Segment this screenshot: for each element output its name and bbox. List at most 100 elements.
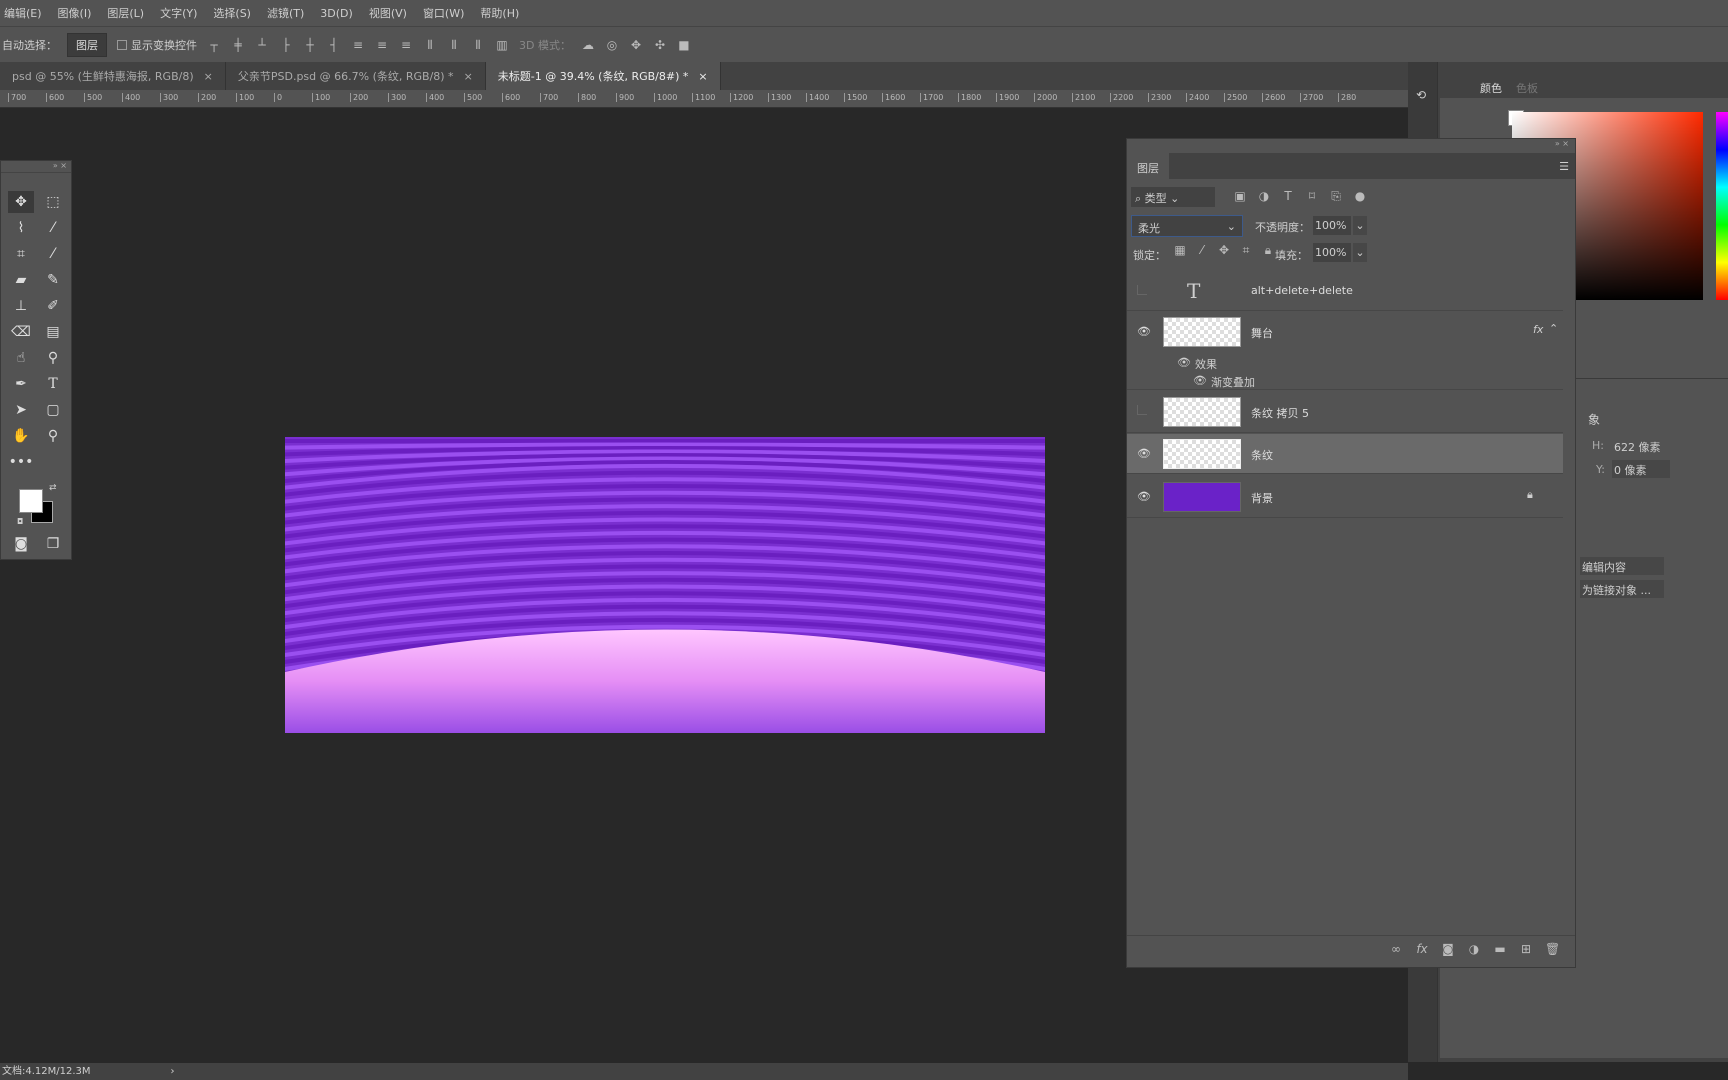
menu-item[interactable]: 图层(L) xyxy=(107,5,144,21)
effects-eye-icon[interactable]: 👁︎ xyxy=(1177,356,1191,369)
align-top-icon[interactable]: ┬ xyxy=(207,38,221,52)
foreground-color-swatch[interactable] xyxy=(19,489,43,513)
y-value[interactable]: 0 像素 xyxy=(1612,460,1670,478)
history-icon[interactable]: ⟲ xyxy=(1416,88,1426,102)
panel-menu-icon[interactable]: ☰ xyxy=(1559,160,1569,173)
delete-layer-icon[interactable]: 🗑︎ xyxy=(1545,942,1560,956)
link-layers-icon[interactable]: ∞ xyxy=(1389,942,1403,956)
align-bottom-icon[interactable]: ┴ xyxy=(255,38,269,52)
document-tab[interactable]: 未标题-1 @ 39.4% (条纹, RGB/8#) * × xyxy=(485,62,721,90)
align-hcenter-icon[interactable]: ┼ xyxy=(303,38,317,52)
show-transform-checkbox[interactable]: 显示变换控件 xyxy=(117,37,197,53)
adjustment-layer-icon[interactable]: ◑ xyxy=(1467,942,1481,956)
status-menu-arrow[interactable]: › xyxy=(171,1063,175,1080)
3d-slide-icon[interactable]: ✣ xyxy=(653,38,667,52)
gradient-overlay-label[interactable]: 渐变叠加 xyxy=(1211,374,1255,390)
lock-transparent-icon[interactable]: ▦ xyxy=(1173,243,1187,257)
eye-icon[interactable]: 👁︎ xyxy=(1137,448,1151,459)
more-tools-icon[interactable]: ••• xyxy=(8,451,34,473)
filter-type-dropdown[interactable]: ⌕ 类型 ⌄ xyxy=(1131,187,1215,207)
align-left-icon[interactable]: ├ xyxy=(279,38,293,52)
hand-tool-icon[interactable]: ✋ xyxy=(8,425,34,447)
new-group-icon[interactable]: ▬ xyxy=(1493,942,1507,956)
magic-wand-tool-icon[interactable]: ⁄ xyxy=(40,217,66,239)
3d-orbit-icon[interactable]: ☁ xyxy=(581,38,595,52)
stamp-tool-icon[interactable]: ⊥ xyxy=(8,295,34,317)
dodge-tool-icon[interactable]: ⚲ xyxy=(40,347,66,369)
smart-object-filter-icon[interactable]: ⎘ xyxy=(1329,189,1343,203)
menu-item[interactable]: 文字(Y) xyxy=(160,5,197,21)
document-tab[interactable]: 父亲节PSD.psd @ 66.7% (条纹, RGB/8) * × xyxy=(226,62,486,90)
menu-item[interactable]: 视图(V) xyxy=(369,5,407,21)
collapse-effects-icon[interactable]: ⌃ xyxy=(1549,322,1558,335)
visibility-toggle[interactable] xyxy=(1137,405,1147,415)
menu-item[interactable]: 选择(S) xyxy=(213,5,251,21)
type-tool-icon[interactable]: T xyxy=(40,373,66,395)
tab-swatches[interactable]: 色板 xyxy=(1516,80,1538,98)
fx-icon[interactable]: fx xyxy=(1533,323,1543,336)
align-right-icon[interactable]: ┤ xyxy=(327,38,341,52)
visibility-toggle[interactable] xyxy=(1137,285,1147,295)
close-icon[interactable]: × xyxy=(698,70,707,83)
path-selection-tool-icon[interactable]: ➤ xyxy=(8,399,34,421)
eye-icon[interactable]: 👁︎ xyxy=(1137,491,1151,502)
layer-row-text[interactable]: T alt+delete+delete xyxy=(1127,271,1563,311)
zoom-tool-icon[interactable]: ⚲ xyxy=(40,425,66,447)
distribute-top-icon[interactable]: ≡ xyxy=(351,38,365,52)
screen-mode-icon[interactable]: ❐ xyxy=(40,533,66,555)
edit-contents-button[interactable]: 编辑内容 xyxy=(1580,557,1664,575)
history-brush-tool-icon[interactable]: ✐ xyxy=(40,295,66,317)
close-icon[interactable]: × xyxy=(464,70,473,83)
hue-slider[interactable] xyxy=(1716,112,1728,300)
type-filter-icon[interactable]: T xyxy=(1281,189,1295,203)
quick-mask-icon[interactable]: ◙ xyxy=(8,533,34,555)
menu-item[interactable]: 帮助(H) xyxy=(480,5,519,21)
menu-item[interactable]: 3D(D) xyxy=(320,7,353,20)
marquee-tool-icon[interactable]: ⬚ xyxy=(40,191,66,213)
add-mask-icon[interactable]: ◙ xyxy=(1441,942,1455,956)
distribute-right-icon[interactable]: ⦀ xyxy=(471,38,485,52)
document-canvas[interactable] xyxy=(285,437,1045,733)
blend-mode-dropdown[interactable]: 柔光 ⌄ xyxy=(1131,215,1243,237)
layer-row-background[interactable]: 👁︎ 背景 🔒︎ xyxy=(1127,476,1563,518)
add-style-icon[interactable]: fx xyxy=(1415,942,1429,956)
3d-roll-icon[interactable]: ◎ xyxy=(605,38,619,52)
3d-pan-icon[interactable]: ✥ xyxy=(629,38,643,52)
lasso-tool-icon[interactable]: ⌇ xyxy=(8,217,34,239)
menu-item[interactable]: 滤镜(T) xyxy=(267,5,304,21)
lock-position-icon[interactable]: ✥ xyxy=(1217,243,1231,257)
tab-color[interactable]: 颜色 xyxy=(1480,80,1502,98)
eyedropper-tool-icon[interactable]: ⁄ xyxy=(40,243,66,265)
brush-tool-icon[interactable]: ✎ xyxy=(40,269,66,291)
menu-item[interactable]: 编辑(E) xyxy=(4,5,42,21)
healing-brush-tool-icon[interactable]: ▰ xyxy=(8,269,34,291)
shape-filter-icon[interactable]: ⌑ xyxy=(1305,189,1319,203)
distribute-bottom-icon[interactable]: ≡ xyxy=(399,38,413,52)
layer-row-stripes-copy5[interactable]: 条纹 拷贝 5 xyxy=(1127,391,1563,433)
fill-input[interactable]: 100% xyxy=(1313,243,1351,262)
new-layer-icon[interactable]: ⊞ xyxy=(1519,942,1533,956)
lock-pixels-icon[interactable]: ⁄ xyxy=(1195,243,1209,257)
fill-dropdown-icon[interactable]: ⌄ xyxy=(1353,243,1367,262)
pixel-filter-icon[interactable]: ▣ xyxy=(1233,189,1247,203)
filter-toggle-icon[interactable]: ● xyxy=(1353,189,1367,203)
distribute-vcenter-icon[interactable]: ≡ xyxy=(375,38,389,52)
tab-layers[interactable]: 图层 xyxy=(1127,153,1169,179)
lock-artboard-icon[interactable]: ⌗ xyxy=(1239,243,1253,257)
distribute-hcenter-icon[interactable]: ⦀ xyxy=(447,38,461,52)
menu-item[interactable]: 窗口(W) xyxy=(423,5,464,21)
lock-icon[interactable]: 🔒︎ xyxy=(1527,488,1533,502)
auto-select-dropdown[interactable]: 图层 xyxy=(67,32,107,57)
shape-tool-icon[interactable]: ▢ xyxy=(40,399,66,421)
opacity-dropdown-icon[interactable]: ⌄ xyxy=(1353,216,1367,235)
convert-to-linked-button[interactable]: 为链接对象 ... xyxy=(1580,580,1664,598)
lock-all-icon[interactable]: 🔒︎ xyxy=(1261,243,1275,257)
move-tool-icon[interactable]: ✥ xyxy=(8,191,34,213)
smudge-tool-icon[interactable]: ☝ xyxy=(8,347,34,369)
align-vcenter-icon[interactable]: ╪ xyxy=(231,38,245,52)
h-value[interactable]: 622 像素 xyxy=(1614,439,1661,455)
eraser-tool-icon[interactable]: ⌫ xyxy=(8,321,34,343)
default-colors-icon[interactable]: ◘ xyxy=(17,517,23,526)
eye-icon[interactable]: 👁︎ xyxy=(1137,326,1151,337)
distribute-left-icon[interactable]: ⦀ xyxy=(423,38,437,52)
